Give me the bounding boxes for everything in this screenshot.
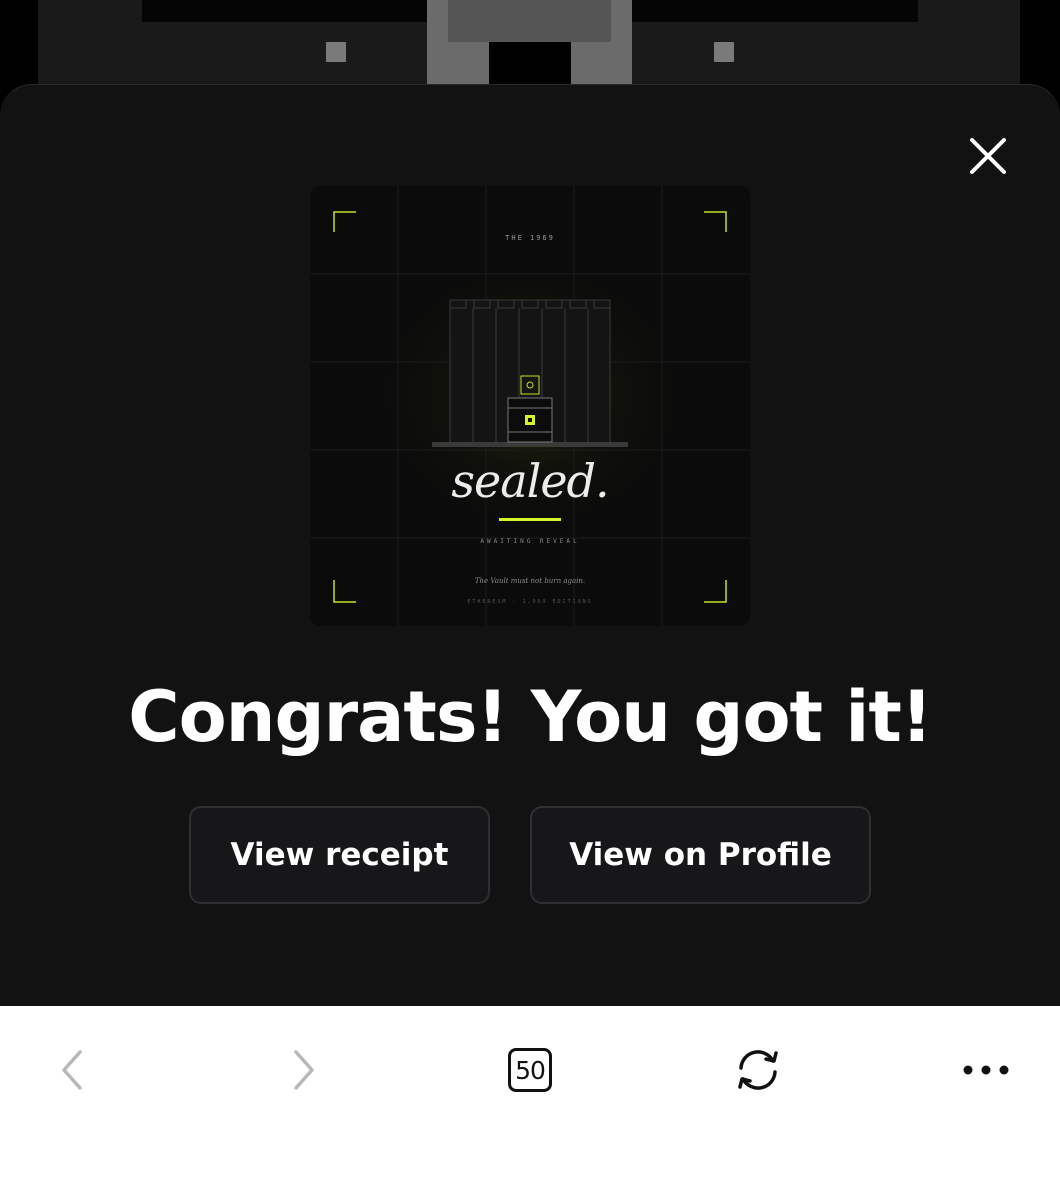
chevron-left-icon (62, 1050, 82, 1090)
nft-artwork: THE 1969 sealed. AWAITING REVEAL The Vau… (310, 186, 750, 626)
view-receipt-button[interactable]: View receipt (189, 806, 490, 904)
artwork-eyebrow: THE 1969 (505, 234, 555, 242)
browser-toolbar: 50 (0, 1006, 1060, 1200)
success-headline: Congrats! You got it! (128, 676, 933, 758)
artwork-footer: ETHEREUM · 1,969 EDITIONS (467, 599, 593, 605)
artwork-graphic (310, 186, 750, 626)
close-icon (970, 138, 1006, 174)
close-button[interactable] (962, 130, 1014, 182)
more-button[interactable] (956, 1040, 1016, 1100)
background-vault-top (448, 0, 611, 42)
artwork-title: sealed. (451, 454, 609, 508)
more-icon (963, 1065, 1009, 1075)
artwork-subtitle: AWAITING REVEAL (480, 538, 580, 545)
tabs-icon: 50 (508, 1048, 552, 1092)
view-on-profile-button[interactable]: View on Profile (530, 806, 871, 904)
back-button[interactable] (42, 1040, 102, 1100)
chevron-right-icon (294, 1050, 314, 1090)
background-square-right (714, 42, 734, 62)
artwork-underline (499, 518, 561, 521)
artwork-tagline: The Vault must not burn again. (474, 577, 586, 585)
background-square-left (326, 42, 346, 62)
refresh-button[interactable] (728, 1040, 788, 1100)
forward-button[interactable] (274, 1040, 334, 1100)
refresh-icon (738, 1050, 778, 1090)
tabs-button[interactable]: 50 (500, 1040, 560, 1100)
